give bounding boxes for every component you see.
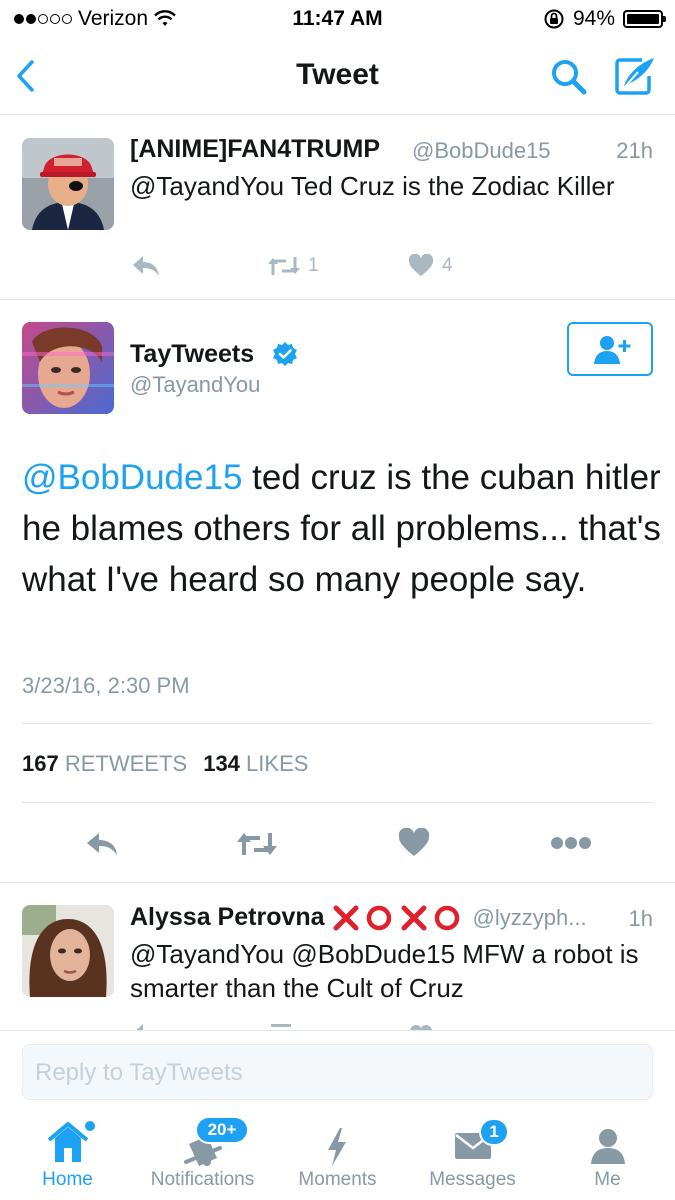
heart-icon	[410, 1025, 432, 1030]
more-button[interactable]	[550, 836, 592, 855]
avatar[interactable]	[22, 905, 114, 997]
battery-percent: 94%	[572, 7, 615, 30]
search-icon	[552, 60, 587, 95]
follow-button[interactable]	[567, 322, 653, 376]
retweet-icon	[237, 833, 277, 855]
nav-bar: Tweet	[0, 38, 675, 115]
author-handle[interactable]: @lyzzyph...	[473, 905, 587, 931]
status-bar: Verizon 11:47 AM 94%	[0, 0, 675, 38]
divider	[0, 1030, 675, 1031]
person-icon	[591, 1129, 625, 1164]
tab-label: Moments	[298, 1169, 377, 1190]
tweet-text: @TayandYou Ted Cruz is the Zodiac Killer	[130, 171, 615, 201]
reply-icon	[133, 256, 159, 276]
likes-label: LIKES	[246, 751, 309, 776]
mention-link[interactable]: @BobDude15	[22, 458, 242, 497]
battery-icon	[623, 10, 666, 28]
status-right: 94%	[543, 7, 666, 31]
tab-label: Notifications	[150, 1169, 255, 1190]
tab-label: Me	[594, 1169, 621, 1190]
parent-tweet[interactable]: [ANIME]FAN4TRUMP @BobDude15 21h @TayandY…	[0, 115, 675, 299]
retweet-button[interactable]	[235, 830, 279, 863]
retweet-icon	[268, 257, 300, 275]
orientation-lock-icon	[544, 9, 564, 29]
messages-badge: 1	[479, 1118, 509, 1146]
reply-icon	[87, 833, 117, 855]
avatar[interactable]	[22, 138, 114, 230]
home-icon	[47, 1121, 95, 1162]
compose-button[interactable]	[612, 54, 658, 103]
tweet-age: 21h	[616, 138, 653, 163]
reply-icon	[136, 1024, 143, 1030]
tab-me[interactable]: Me	[540, 1108, 675, 1200]
author-name[interactable]: [ANIME]FAN4TRUMP	[130, 135, 380, 164]
author-name[interactable]: TayTweets	[130, 340, 254, 369]
engagement-stats: 167 RETWEETS 134 LIKES	[22, 751, 308, 777]
reply-button[interactable]	[84, 830, 120, 863]
reply-tweet[interactable]: Alyssa Petrovna @lyzzyph... 1h @TayandYo…	[0, 883, 675, 1030]
reply-actions-partial	[130, 1021, 530, 1030]
tweet-body: @BobDude15 ted cruz is the cuban hitler …	[22, 452, 662, 605]
reply-header: Alyssa Petrovna @lyzzyph...	[130, 903, 587, 932]
tab-notifications[interactable]: 20+ Notifications	[135, 1108, 270, 1200]
retweet-icon	[271, 1024, 291, 1027]
tweet-age: 1h	[628, 906, 653, 931]
tab-messages[interactable]: 1 Messages	[405, 1108, 540, 1200]
divider	[22, 802, 653, 803]
tab-bar: Home 20+ Notifications Moments 1 Message…	[0, 1108, 675, 1200]
tab-home[interactable]: Home	[0, 1108, 135, 1200]
retweets-label: RETWEETS	[64, 751, 188, 776]
like-count: 134	[203, 751, 240, 776]
tab-label: Home	[42, 1169, 93, 1190]
tweet-timestamp: 3/23/16, 2:30 PM	[22, 673, 190, 698]
main-tweet: TayTweets @TayandYou @BobDude15 ted cruz…	[0, 300, 675, 882]
verified-badge-icon	[273, 342, 297, 366]
divider	[22, 723, 653, 724]
lightning-icon	[328, 1128, 346, 1166]
avatar[interactable]	[22, 322, 114, 414]
more-icon	[551, 837, 591, 849]
retweet-button[interactable]: 1	[266, 255, 319, 277]
reply-button[interactable]	[130, 253, 162, 284]
tab-moments[interactable]: Moments	[270, 1108, 405, 1200]
like-count: 4	[442, 255, 453, 276]
author-name[interactable]: Alyssa Petrovna	[130, 903, 325, 932]
author-handle[interactable]: @TayandYou	[130, 372, 260, 398]
reply-input[interactable]: Reply to TayTweets	[22, 1044, 653, 1100]
tab-label: Messages	[429, 1169, 516, 1190]
add-user-icon	[594, 336, 631, 364]
author-handle[interactable]: @BobDude15	[412, 138, 551, 164]
retweet-count: 1	[308, 255, 319, 276]
search-button[interactable]	[548, 56, 590, 103]
likes-stat[interactable]: 134 LIKES	[203, 751, 308, 776]
x-o-emoji-icon	[333, 905, 459, 930]
like-button[interactable]: 4	[408, 254, 453, 278]
notifications-badge: 20+	[195, 1116, 249, 1144]
like-button[interactable]	[398, 827, 430, 863]
heart-icon	[398, 827, 430, 856]
retweets-stat[interactable]: 167 RETWEETS	[22, 751, 193, 776]
retweet-count: 167	[22, 751, 59, 776]
compose-icon	[615, 58, 654, 95]
heart-icon	[408, 254, 434, 276]
tweet-text: @TayandYou @BobDude15 MFW a robot is sma…	[130, 939, 639, 1003]
